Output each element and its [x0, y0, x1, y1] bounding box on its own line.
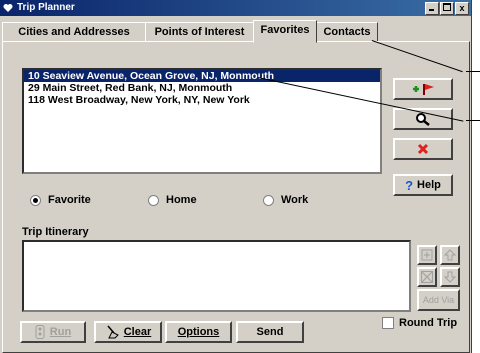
minimize-button[interactable] — [425, 2, 439, 15]
help-label: Help — [417, 179, 441, 191]
trip-itinerary-label: Trip Itinerary — [22, 226, 91, 238]
add-via-label: Add Via — [422, 295, 455, 305]
add-to-route-button[interactable] — [393, 78, 453, 100]
help-question-icon: ? — [405, 177, 414, 193]
close-icon: x — [459, 3, 465, 13]
move-down-button[interactable] — [440, 267, 460, 287]
tab-favorites[interactable]: Favorites — [253, 20, 317, 43]
send-label: Send — [256, 326, 284, 338]
clear-label: Clear — [123, 326, 152, 338]
round-trip-box — [382, 317, 394, 329]
maximize-button[interactable] — [440, 2, 454, 15]
window-title: Trip Planner — [17, 2, 75, 13]
callout-line-end — [466, 71, 480, 72]
plus-icon — [421, 249, 433, 261]
traffic-light-icon — [35, 325, 45, 339]
clear-button[interactable]: Clear — [94, 321, 162, 343]
favorites-list[interactable]: 10 Seaview Avenue, Ocean Grove, NJ, Monm… — [22, 68, 382, 174]
send-button[interactable]: Send — [236, 321, 304, 343]
run-button[interactable]: Run — [20, 321, 86, 343]
trip-itinerary-list[interactable] — [22, 240, 411, 312]
options-button[interactable]: Options — [165, 321, 232, 343]
radio-home-indicator — [148, 194, 159, 206]
tab-contacts[interactable]: Contacts — [316, 22, 378, 42]
favorite-item[interactable]: 118 West Broadway, New York, NY, New Yor… — [24, 94, 380, 106]
radio-work-indicator — [263, 194, 274, 206]
options-label: Options — [177, 326, 220, 338]
radio-favorite-label: Favorite — [48, 194, 91, 206]
delete-x-icon — [417, 143, 429, 155]
trip-planner-window: Trip Planner x Cities and Addresses Poin… — [0, 0, 472, 353]
itinerary-go-button[interactable] — [417, 245, 437, 265]
radio-work-label: Work — [281, 194, 309, 206]
round-trip-label: Round Trip — [399, 317, 458, 329]
favorite-item[interactable]: 10 Seaview Avenue, Ocean Grove, NJ, Monm… — [24, 70, 380, 82]
tab-strip: Cities and Addresses Points of Interest … — [2, 20, 470, 43]
help-button[interactable]: ? Help — [393, 174, 453, 196]
broom-icon — [107, 325, 119, 339]
callout-line-end — [466, 120, 480, 121]
radio-work[interactable]: Work — [263, 193, 308, 207]
delete-favorite-button[interactable] — [393, 138, 453, 160]
radio-home-label: Home — [166, 194, 197, 206]
tab-points-of-interest[interactable]: Points of Interest — [145, 22, 254, 42]
round-trip-checkbox[interactable]: Round Trip — [382, 317, 457, 329]
radio-favorite[interactable]: Favorite — [30, 193, 91, 207]
remove-stop-button[interactable] — [417, 267, 437, 287]
close-button[interactable]: x — [455, 2, 469, 15]
remove-x-icon — [421, 271, 433, 283]
radio-home[interactable]: Home — [148, 193, 197, 207]
heart-icon — [3, 4, 13, 12]
title-bar[interactable]: Trip Planner x — [0, 0, 471, 16]
tab-cities-and-addresses[interactable]: Cities and Addresses — [2, 22, 146, 42]
radio-favorite-indicator — [30, 194, 41, 206]
arrow-down-icon — [444, 271, 456, 283]
arrow-up-icon — [444, 249, 456, 261]
maximize-icon — [443, 3, 451, 11]
move-up-button[interactable] — [440, 245, 460, 265]
add-via-button[interactable]: Add Via — [417, 289, 460, 311]
minimize-icon — [429, 9, 434, 11]
run-label: Run — [49, 326, 72, 338]
add-destination-icon — [413, 84, 434, 95]
